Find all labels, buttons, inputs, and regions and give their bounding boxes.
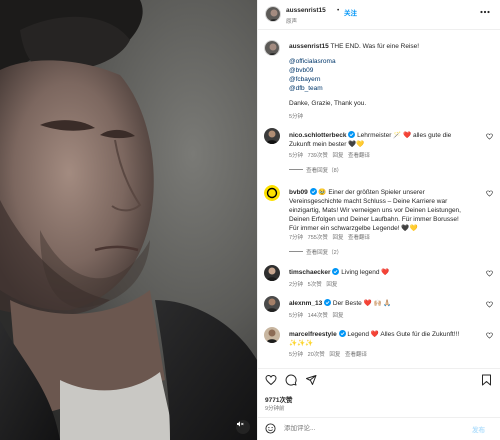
verified-badge-icon (338, 330, 346, 337)
comment-text: 🥹 Einer der größten Spieler unserer Vere… (289, 189, 461, 232)
comment-username[interactable]: timschaecker (289, 269, 331, 276)
translate-button[interactable]: 查看翻译 (345, 352, 367, 358)
post-time: 9分钟前 (265, 406, 285, 412)
translate-button[interactable]: 查看翻译 (348, 235, 370, 241)
reply-button[interactable]: 回复 (326, 282, 337, 288)
audio-label[interactable]: 原声 (286, 17, 297, 25)
avatar[interactable] (265, 6, 281, 22)
comment-meta: 5分钟 144次赞 回复 (289, 311, 343, 319)
share-icon[interactable] (305, 374, 317, 386)
reply-button[interactable]: 回复 (332, 235, 343, 241)
post-header (258, 0, 500, 30)
like-comment-icon[interactable] (486, 190, 493, 197)
comment-body: nico.schlotterbeck Lehrmeister 🪄 ❤️ alle… (289, 131, 469, 149)
reply-button[interactable]: 回复 (329, 352, 340, 358)
like-icon[interactable] (265, 374, 277, 386)
view-replies-button[interactable]: 查看回复（2） (289, 248, 342, 256)
comment-avatar[interactable] (264, 296, 280, 312)
view-replies-label: 查看回复（8） (306, 168, 343, 174)
comment-input[interactable] (284, 422, 454, 434)
comment-likes[interactable]: 739次赞 (308, 153, 328, 159)
mention-link[interactable]: @dfb_team (289, 85, 323, 92)
verified-badge-icon (348, 131, 356, 138)
comment-avatar[interactable] (264, 327, 280, 343)
portrait-image (0, 0, 257, 440)
composer-divider (258, 417, 500, 418)
reply-button[interactable]: 回复 (332, 313, 343, 319)
comment-avatar[interactable] (264, 185, 280, 201)
comment-meta: 2分钟 5次赞 回复 (289, 280, 337, 288)
post-comment-button[interactable]: 发布 (472, 424, 485, 434)
mention-link[interactable]: @bvb09 (289, 67, 313, 74)
reply-divider (289, 169, 303, 170)
mention-link[interactable]: @officialasroma (289, 58, 336, 65)
caption-text: THE END. Was für eine Reise! (330, 43, 420, 50)
header-username[interactable]: aussenrist15 (286, 7, 326, 14)
mention-link[interactable]: @fcbayern (289, 76, 321, 83)
emoji-icon[interactable] (265, 423, 276, 434)
comment-username[interactable]: marcelfreestyle (289, 331, 337, 338)
more-options-icon[interactable] (480, 10, 490, 14)
instagram-post-window: aussenrist15 • 关注 原声 aussenrist15 THE EN… (0, 0, 500, 440)
comment-username[interactable]: nico.schlotterbeck (289, 132, 346, 139)
likes-count[interactable]: 9771次赞 (265, 394, 292, 404)
bvb-logo-icon (264, 185, 280, 201)
header-separator: • (337, 7, 340, 14)
comment-time: 5分钟 (289, 153, 304, 159)
comment-text: Living legend ❤️ (341, 269, 390, 276)
like-comment-icon[interactable] (486, 332, 493, 339)
like-comment-icon[interactable] (486, 270, 493, 277)
comment-username[interactable]: bvb09 (289, 189, 308, 196)
translate-button[interactable]: 查看翻译 (348, 153, 370, 159)
caption-username[interactable]: aussenrist15 (289, 43, 329, 50)
caption-avatar[interactable] (264, 40, 280, 56)
comment-body: marcelfreestyle Legend ❤️ Alles Gute für… (289, 330, 469, 348)
comment-avatar[interactable] (264, 128, 280, 144)
caption-time: 5分钟 (289, 114, 304, 120)
mute-button[interactable] (236, 420, 250, 434)
comment-likes[interactable]: 144次赞 (308, 313, 328, 319)
comment-body: alexnm_13 Der Beste ❤️ 🙌🏼 🙏🏼 (289, 299, 469, 308)
save-bookmark-icon[interactable] (481, 374, 492, 386)
comment-likes[interactable]: 5次赞 (308, 282, 322, 288)
speaker-muted-icon (237, 421, 244, 427)
comment-text: Der Beste ❤️ 🙌🏼 🙏🏼 (332, 300, 392, 307)
comment-time: 5分钟 (289, 352, 304, 358)
action-bar-divider (258, 368, 500, 369)
comment-likes[interactable]: 755次赞 (308, 235, 328, 241)
comment-meta: 5分钟 739次赞 回复 查看翻译 (289, 151, 370, 159)
view-replies-button[interactable]: 查看回复（8） (289, 166, 342, 174)
reply-button[interactable]: 回复 (332, 153, 343, 159)
verified-badge-icon (332, 268, 340, 275)
comment-time: 5分钟 (289, 313, 304, 319)
comment-meta: 7分钟 755次赞 回复 查看翻译 (289, 233, 370, 241)
reel-video[interactable] (0, 0, 257, 440)
view-replies-label: 查看回复（2） (306, 250, 343, 256)
verified-badge-icon (309, 188, 317, 195)
comment-username[interactable]: alexnm_13 (289, 300, 322, 307)
reply-divider (289, 251, 303, 252)
comment-body: bvb09 🥹 Einer der größten Spieler unsere… (289, 188, 469, 233)
follow-button[interactable]: 关注 (344, 7, 357, 17)
comment-icon[interactable] (285, 374, 297, 386)
comment-time: 7分钟 (289, 235, 304, 241)
comment-time: 2分钟 (289, 282, 304, 288)
caption-line: aussenrist15 THE END. Was für eine Reise… (289, 43, 419, 50)
comment-likes[interactable]: 20次赞 (308, 352, 325, 358)
like-comment-icon[interactable] (486, 301, 493, 308)
like-comment-icon[interactable] (486, 133, 493, 140)
verified-badge-icon (324, 299, 332, 306)
comment-avatar[interactable] (264, 265, 280, 281)
caption-thanks: Danke, Grazie, Thank you. (289, 100, 367, 107)
comment-body: timschaecker Living legend ❤️ (289, 268, 469, 277)
comment-meta: 5分钟 20次赞 回复 查看翻译 (289, 350, 367, 358)
